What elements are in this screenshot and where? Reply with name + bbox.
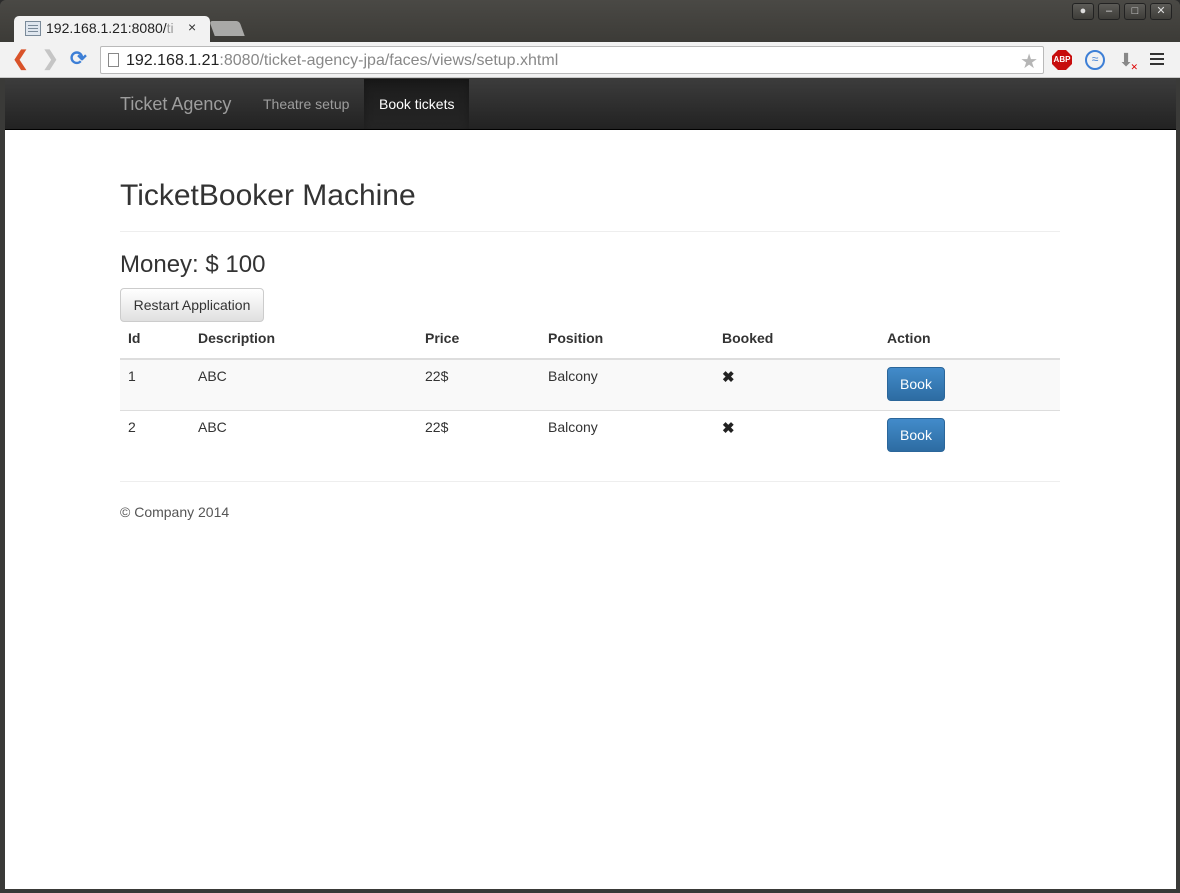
close-window-button[interactable]: ✕ [1150, 3, 1172, 20]
cell-description: ABC [190, 409, 417, 461]
cell-booked: ✖ [714, 409, 879, 461]
url-text[interactable]: 192.168.1.21:8080/ticket-agency-jpa/face… [126, 52, 558, 70]
book-button[interactable]: Book [887, 367, 945, 401]
bookmark-star-icon[interactable]: ★ [1020, 49, 1038, 74]
reload-icon[interactable]: ⟳ [70, 49, 87, 69]
window-controls: ● – □ ✕ [1072, 3, 1172, 20]
new-tab-button[interactable] [209, 21, 245, 36]
sync-extension-icon[interactable]: ≈ [1085, 50, 1105, 70]
header-price: Price [417, 330, 540, 360]
header-divider [120, 231, 1060, 232]
table-row: 2 ABC 22$ Balcony ✖ Book [120, 409, 1060, 461]
page-icon [108, 53, 119, 67]
header-booked: Booked [714, 330, 879, 360]
cell-action: Book [879, 409, 1060, 461]
nav-book-tickets[interactable]: Book tickets [364, 79, 470, 129]
tab-strip: 192.168.1.21:8080/ti × ● – □ ✕ [0, 0, 1180, 42]
money-balance: Money: $ 100 [120, 251, 266, 278]
cell-action: Book [879, 358, 1060, 410]
not-booked-icon: ✖ [722, 419, 735, 437]
restart-application-button[interactable]: Restart Application [120, 288, 264, 322]
header-description: Description [190, 330, 417, 360]
header-action: Action [879, 330, 1060, 360]
page-title: TicketBooker Machine [120, 179, 416, 212]
nav-theatre-setup[interactable]: Theatre setup [248, 79, 364, 129]
cell-id: 2 [120, 409, 190, 461]
header-position: Position [540, 330, 714, 360]
cell-position: Balcony [540, 409, 714, 461]
browser-toolbar: ❮ ❯ ⟳ 192.168.1.21:8080/ticket-agency-jp… [0, 42, 1180, 78]
adblock-icon[interactable]: ABP [1052, 50, 1072, 70]
footer-divider [120, 481, 1060, 482]
site-navbar: Ticket Agency Theatre setup Book tickets [5, 79, 1176, 130]
not-booked-icon: ✖ [722, 369, 735, 386]
tab-close-icon[interactable]: × [188, 19, 196, 35]
cell-price: 22$ [417, 409, 540, 461]
browser-window: 192.168.1.21:8080/ti × ● – □ ✕ ❮ ❯ ⟳ 192… [0, 0, 1180, 893]
download-extension-icon[interactable]: ⬇ [1116, 50, 1138, 72]
page-viewport: Ticket Agency Theatre setup Book tickets… [5, 79, 1176, 889]
browser-menu-icon[interactable] [1150, 53, 1164, 55]
forward-arrow-icon[interactable]: ❯ [42, 49, 59, 69]
maximize-button[interactable]: □ [1124, 3, 1146, 20]
cell-id: 1 [120, 358, 190, 410]
page-favicon-icon [25, 21, 41, 36]
tickets-table: Id Description Price Position Booked Act… [120, 330, 1060, 461]
address-bar[interactable]: 192.168.1.21:8080/ticket-agency-jpa/face… [100, 46, 1044, 74]
footer-copyright: © Company 2014 [120, 504, 230, 520]
navbar-brand[interactable]: Ticket Agency [120, 94, 231, 115]
cell-booked: ✖ [714, 358, 879, 410]
browser-tab[interactable]: 192.168.1.21:8080/ti × [14, 16, 210, 42]
back-arrow-icon[interactable]: ❮ [12, 49, 29, 69]
profile-icon[interactable]: ● [1072, 3, 1094, 20]
minimize-button[interactable]: – [1098, 3, 1120, 20]
cell-price: 22$ [417, 358, 540, 410]
tab-title: 192.168.1.21:8080/ti [46, 20, 174, 36]
cell-description: ABC [190, 358, 417, 410]
header-id: Id [120, 330, 190, 360]
cell-position: Balcony [540, 358, 714, 410]
book-button[interactable]: Book [887, 417, 945, 452]
table-header-row: Id Description Price Position Booked Act… [120, 330, 1060, 360]
table-row: 1 ABC 22$ Balcony ✖ Book [120, 358, 1060, 410]
